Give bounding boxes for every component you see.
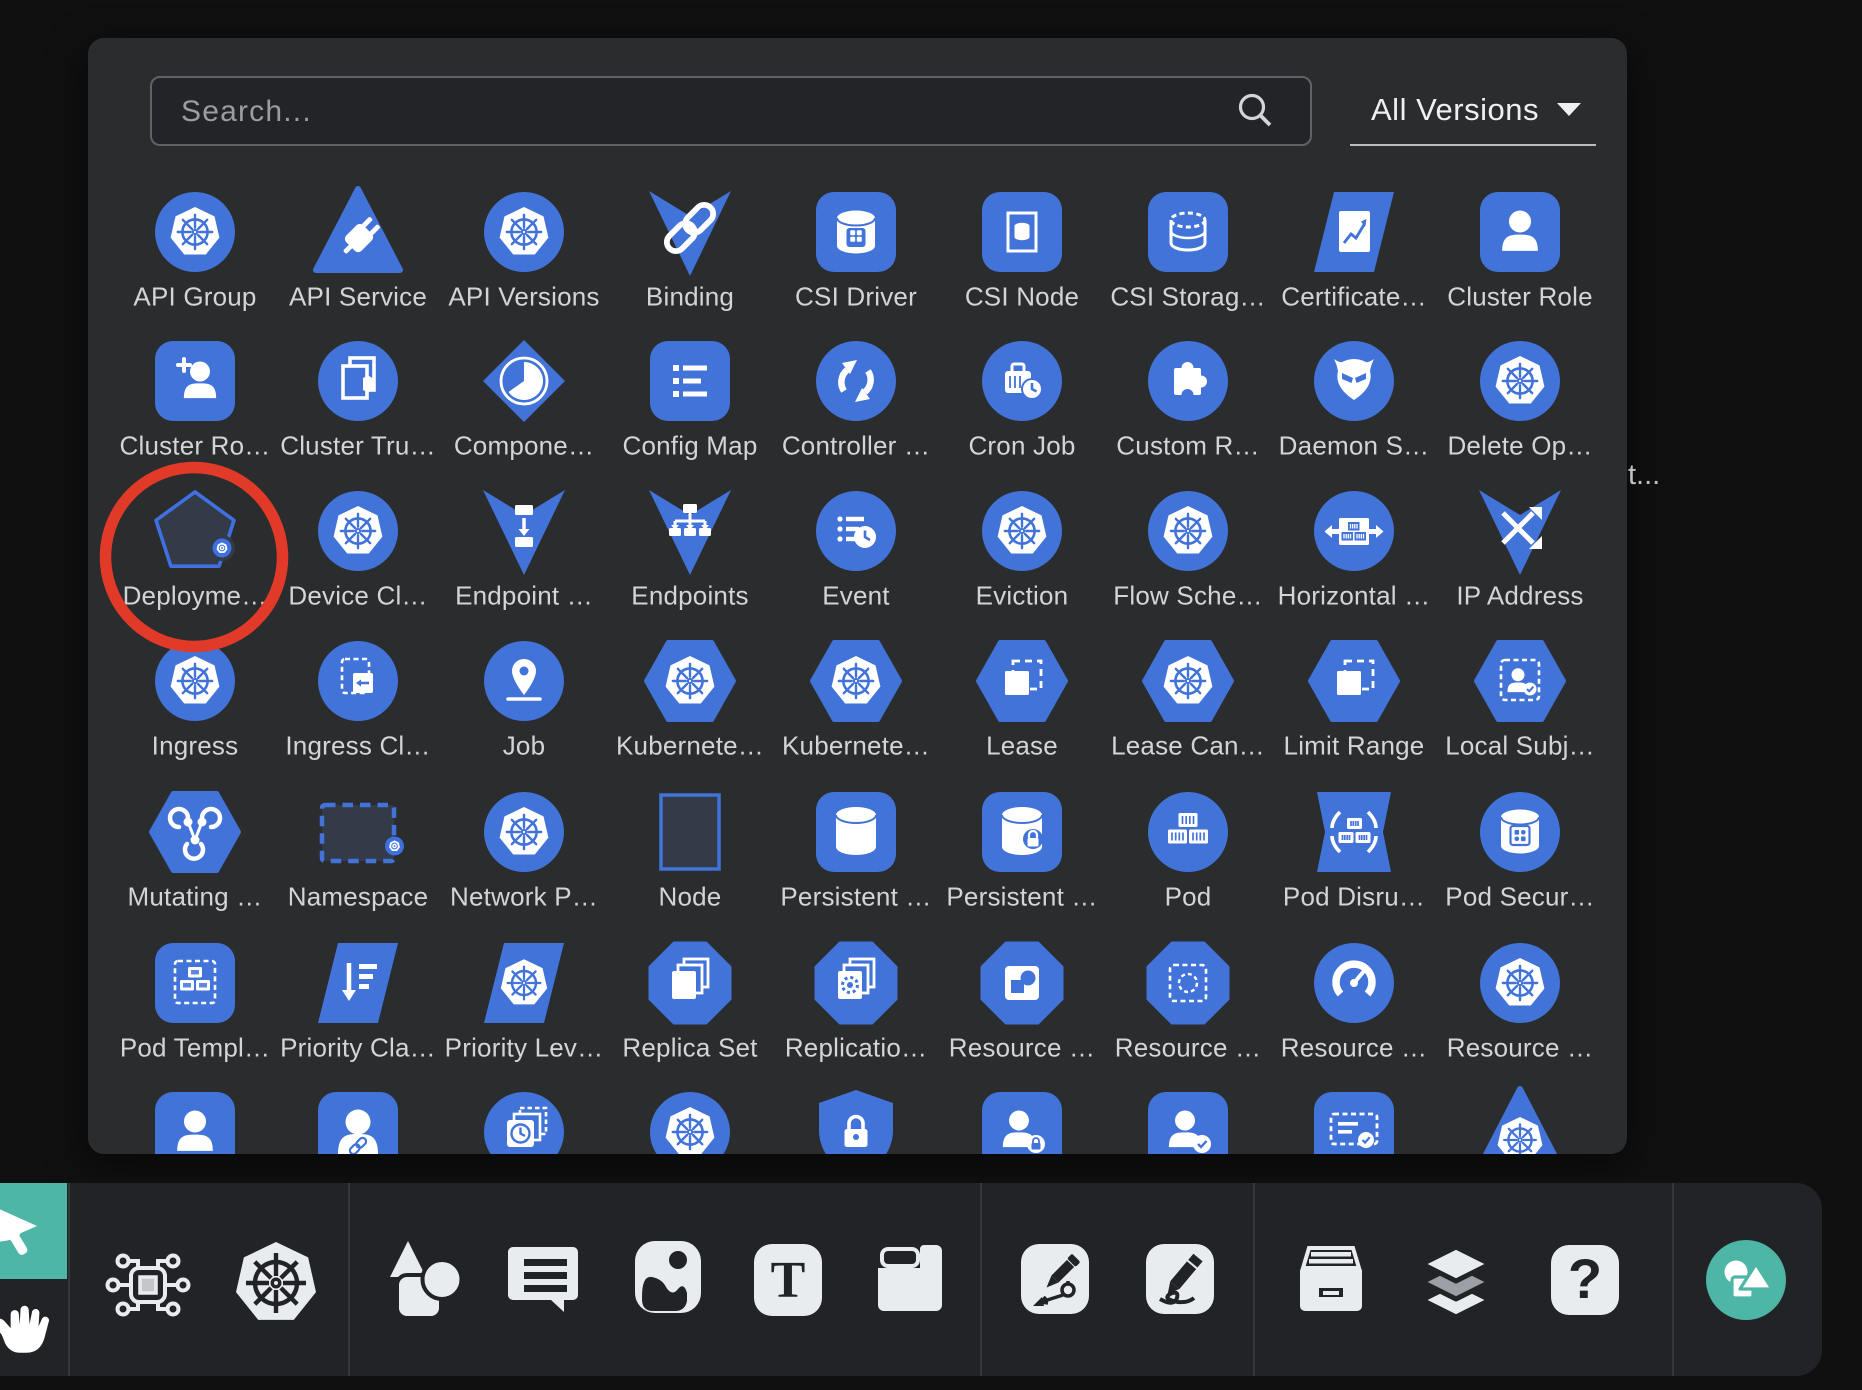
svg-text:?: ?	[1568, 1247, 1602, 1310]
svg-text:T: T	[771, 1252, 806, 1309]
